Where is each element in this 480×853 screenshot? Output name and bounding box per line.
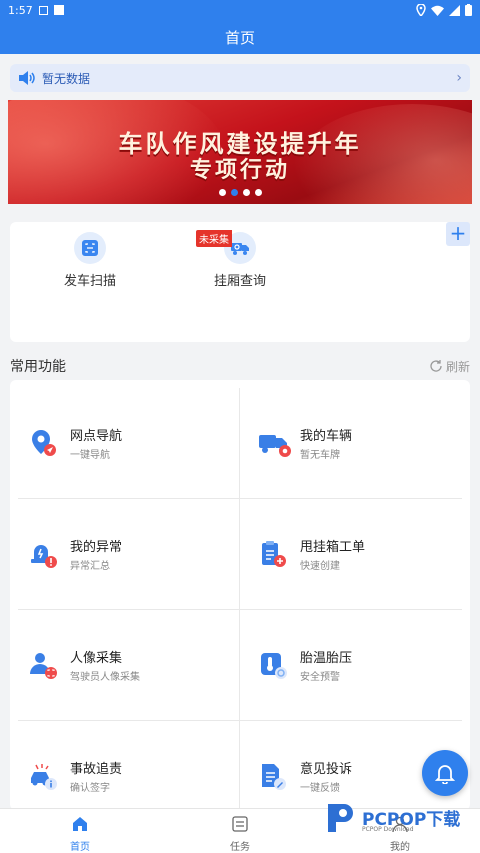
feature-name: 甩挂箱工单	[300, 540, 366, 555]
tab-label: 首页	[70, 842, 90, 853]
alarm-warning-icon	[28, 539, 58, 569]
status-bar: 1:57	[0, 0, 480, 20]
tab-label: 任务	[230, 842, 250, 853]
signal-icon	[449, 4, 460, 16]
quick-action-scan[interactable]: 发车扫描	[35, 232, 145, 289]
feature-my-vehicle[interactable]: 我的车辆 暂无车牌	[240, 388, 460, 498]
bell-icon	[435, 765, 455, 784]
status-badge-not-collected: 未采集	[196, 230, 232, 247]
location-nav-icon	[28, 428, 58, 458]
clipboard-add-icon	[258, 539, 288, 569]
feature-subtitle: 异常汇总	[70, 561, 110, 572]
feature-subtitle: 快速创建	[300, 561, 340, 572]
tab-label: 我的	[390, 842, 410, 853]
task-list-icon	[232, 816, 248, 832]
quick-action-label: 挂厢查询	[213, 274, 266, 289]
notification-square-icon	[53, 5, 64, 15]
app-header: 首页	[0, 20, 480, 54]
feature-name: 人像采集	[70, 651, 123, 666]
feature-subtitle: 一键导航	[70, 450, 110, 461]
carousel-dot[interactable]	[242, 189, 250, 196]
feature-face-capture[interactable]: 人像采集 驾驶员人像采集	[10, 610, 230, 720]
watermark-small-text: PCPOP Download	[362, 826, 414, 833]
chevron-right-icon: ›	[456, 70, 462, 86]
carousel-dot[interactable]	[254, 189, 262, 196]
feature-tire-monitor[interactable]: 胎温胎压 安全预警	[240, 610, 460, 720]
notification-fab[interactable]	[422, 750, 468, 796]
carousel-dot[interactable]	[218, 189, 226, 196]
page-title: 首页	[224, 28, 255, 47]
section-header: 常用功能 刷新	[10, 356, 470, 376]
feature-subtitle: 一键反馈	[300, 783, 340, 794]
watermark: PCPOP下载 PCPOP Download	[324, 800, 460, 834]
notice-text: 暂无数据	[42, 71, 91, 86]
add-shortcut-button[interactable]: +	[446, 222, 470, 246]
feature-grid: 网点导航 一键导航 我的车辆 暂无车牌 我的异常 异常汇总 甩挂箱工单 快速创建	[10, 380, 470, 810]
notification-a-icon	[38, 5, 48, 15]
location-status-icon	[416, 4, 426, 16]
carousel-dots	[8, 189, 472, 196]
feature-network-nav[interactable]: 网点导航 一键导航	[10, 388, 230, 498]
feature-my-exceptions[interactable]: 我的异常 异常汇总	[10, 499, 230, 609]
banner-carousel[interactable]: 车队作风建设提升年 专项行动	[8, 100, 472, 204]
tab-home[interactable]: 首页	[40, 815, 120, 853]
feature-subtitle: 驾驶员人像采集	[70, 672, 140, 683]
feature-name: 事故追责	[70, 762, 123, 777]
wifi-icon	[431, 5, 444, 16]
feature-name: 网点导航	[70, 429, 123, 444]
tab-tasks[interactable]: 任务	[200, 815, 280, 853]
feature-name: 意见投诉	[300, 762, 353, 777]
section-title: 常用功能	[10, 359, 66, 375]
feature-name: 我的异常	[70, 540, 123, 555]
truck-settings-icon	[258, 428, 291, 458]
feature-name: 我的车辆	[300, 429, 353, 444]
feature-name: 胎温胎压	[300, 651, 353, 666]
car-accident-icon	[28, 761, 58, 791]
carousel-dot-active[interactable]	[230, 189, 238, 196]
feature-trailer-work-order[interactable]: 甩挂箱工单 快速创建	[240, 499, 460, 609]
refresh-label: 刷新	[445, 359, 470, 374]
feature-subtitle: 暂无车牌	[300, 450, 340, 461]
speaker-icon	[19, 71, 35, 85]
refresh-button[interactable]: 刷新	[429, 358, 470, 375]
refresh-icon	[430, 360, 442, 372]
status-time: 1:57	[8, 3, 33, 17]
thermometer-icon	[258, 650, 288, 680]
scan-icon	[74, 232, 106, 264]
quick-actions-card: 发车扫描 挂厢查询	[10, 222, 470, 342]
face-capture-icon	[28, 650, 58, 680]
feature-accident-liability[interactable]: 事故追责 确认签字	[10, 721, 230, 810]
feature-subtitle: 确认签字	[70, 783, 110, 794]
pcpop-logo-icon	[328, 804, 353, 832]
notice-bar[interactable]: 暂无数据 ›	[10, 64, 470, 92]
battery-icon	[465, 4, 472, 16]
home-icon	[73, 817, 87, 831]
feedback-doc-icon	[258, 761, 288, 791]
banner-title-line2: 专项行动	[189, 158, 290, 183]
feature-subtitle: 安全预警	[300, 672, 340, 683]
quick-action-label: 发车扫描	[63, 274, 116, 289]
